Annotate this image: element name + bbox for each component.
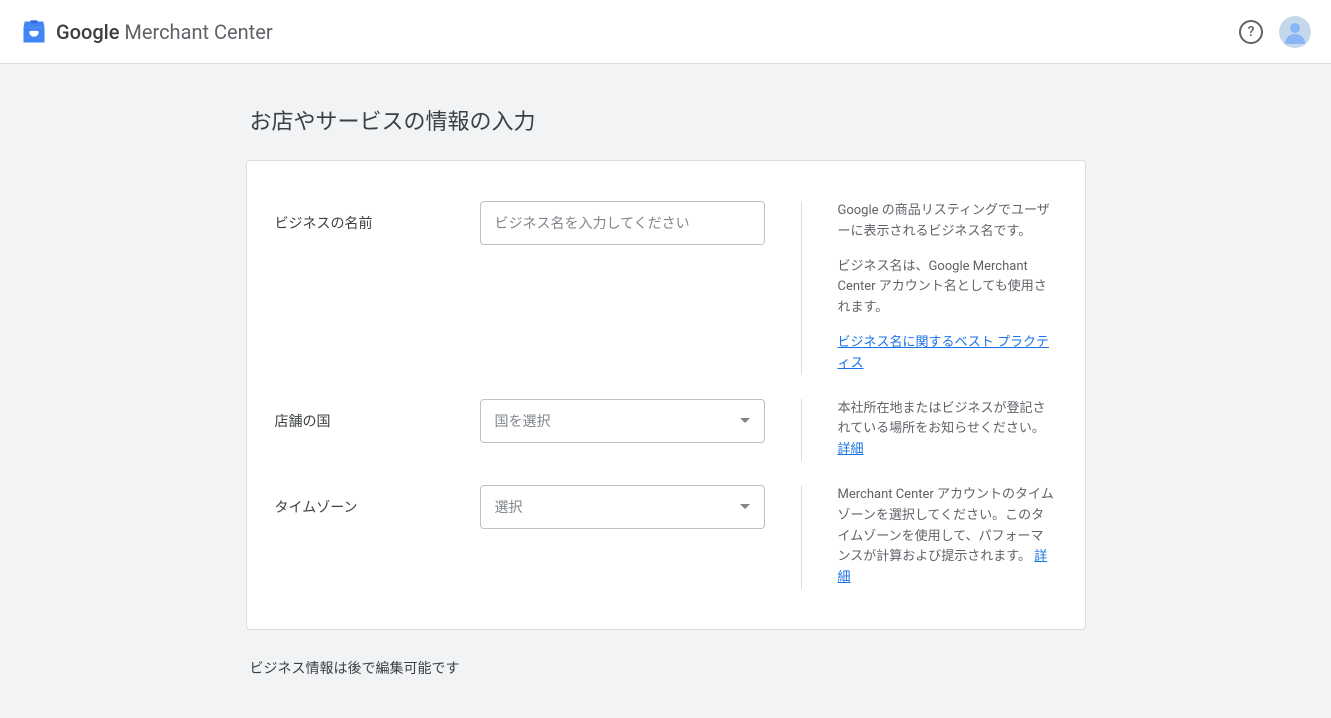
country-help: 本社所在地またはビジネスが登記されている場所をお知らせください。 詳細 [801,399,1057,461]
timezone-help: Merchant Center アカウントのタイムゾーンを選択してください。この… [801,485,1057,589]
app-title: Google Merchant Center [56,20,273,44]
business-name-input[interactable] [480,201,765,245]
timezone-control: 選択 [480,485,765,529]
business-name-help: Google の商品リスティングでユーザーに表示されるビジネス名です。 ビジネス… [801,201,1057,375]
timezone-label: タイムゾーン [275,485,480,517]
timezone-select-value: 選択 [495,497,523,517]
business-name-best-practices-link[interactable]: ビジネス名に関するベスト プラクティス [838,335,1050,371]
form-card: ビジネスの名前 Google の商品リスティングでユーザーに表示されるビジネス名… [246,160,1086,630]
business-name-label: ビジネスの名前 [275,201,480,233]
chevron-down-icon [740,418,750,423]
chevron-down-icon [740,504,750,509]
row-country: 店舗の国 国を選択 本社所在地またはビジネスが登記されている場所をお知らせくださ… [275,387,1057,473]
row-timezone: タイムゾーン 選択 Merchant Center アカウントのタイムゾーンを選… [275,473,1057,601]
country-label: 店舗の国 [275,399,480,431]
avatar[interactable] [1279,16,1311,48]
help-text: Google の商品リスティングでユーザーに表示されるビジネス名です。 [838,201,1057,243]
help-text: Merchant Center アカウントのタイムゾーンを選択してください。この… [838,485,1057,589]
main-content: お店やサービスの情報の入力 ビジネスの名前 Google の商品リスティングでユ… [246,64,1086,718]
footer-note: ビジネス情報は後で編集可能です [246,658,1086,678]
logo-text-google: Google [56,20,119,44]
app-header: Google Merchant Center ? [0,0,1331,64]
country-select[interactable]: 国を選択 [480,399,765,443]
country-control: 国を選択 [480,399,765,443]
page-title: お店やサービスの情報の入力 [246,104,1086,136]
help-text: ビジネス名は、Google Merchant Center アカウント名としても… [838,257,1057,319]
business-name-control [480,201,765,245]
row-business-name: ビジネスの名前 Google の商品リスティングでユーザーに表示されるビジネス名… [275,189,1057,387]
country-select-value: 国を選択 [495,411,551,431]
merchant-center-logo-icon [20,18,48,46]
help-text: 本社所在地またはビジネスが登記されている場所をお知らせください。 詳細 [838,399,1057,461]
logo-text-rest: Merchant Center [119,20,272,44]
header-left: Google Merchant Center [20,18,273,46]
timezone-select[interactable]: 選択 [480,485,765,529]
help-icon[interactable]: ? [1239,20,1263,44]
country-details-link[interactable]: 詳細 [838,442,864,457]
header-right: ? [1239,16,1311,48]
